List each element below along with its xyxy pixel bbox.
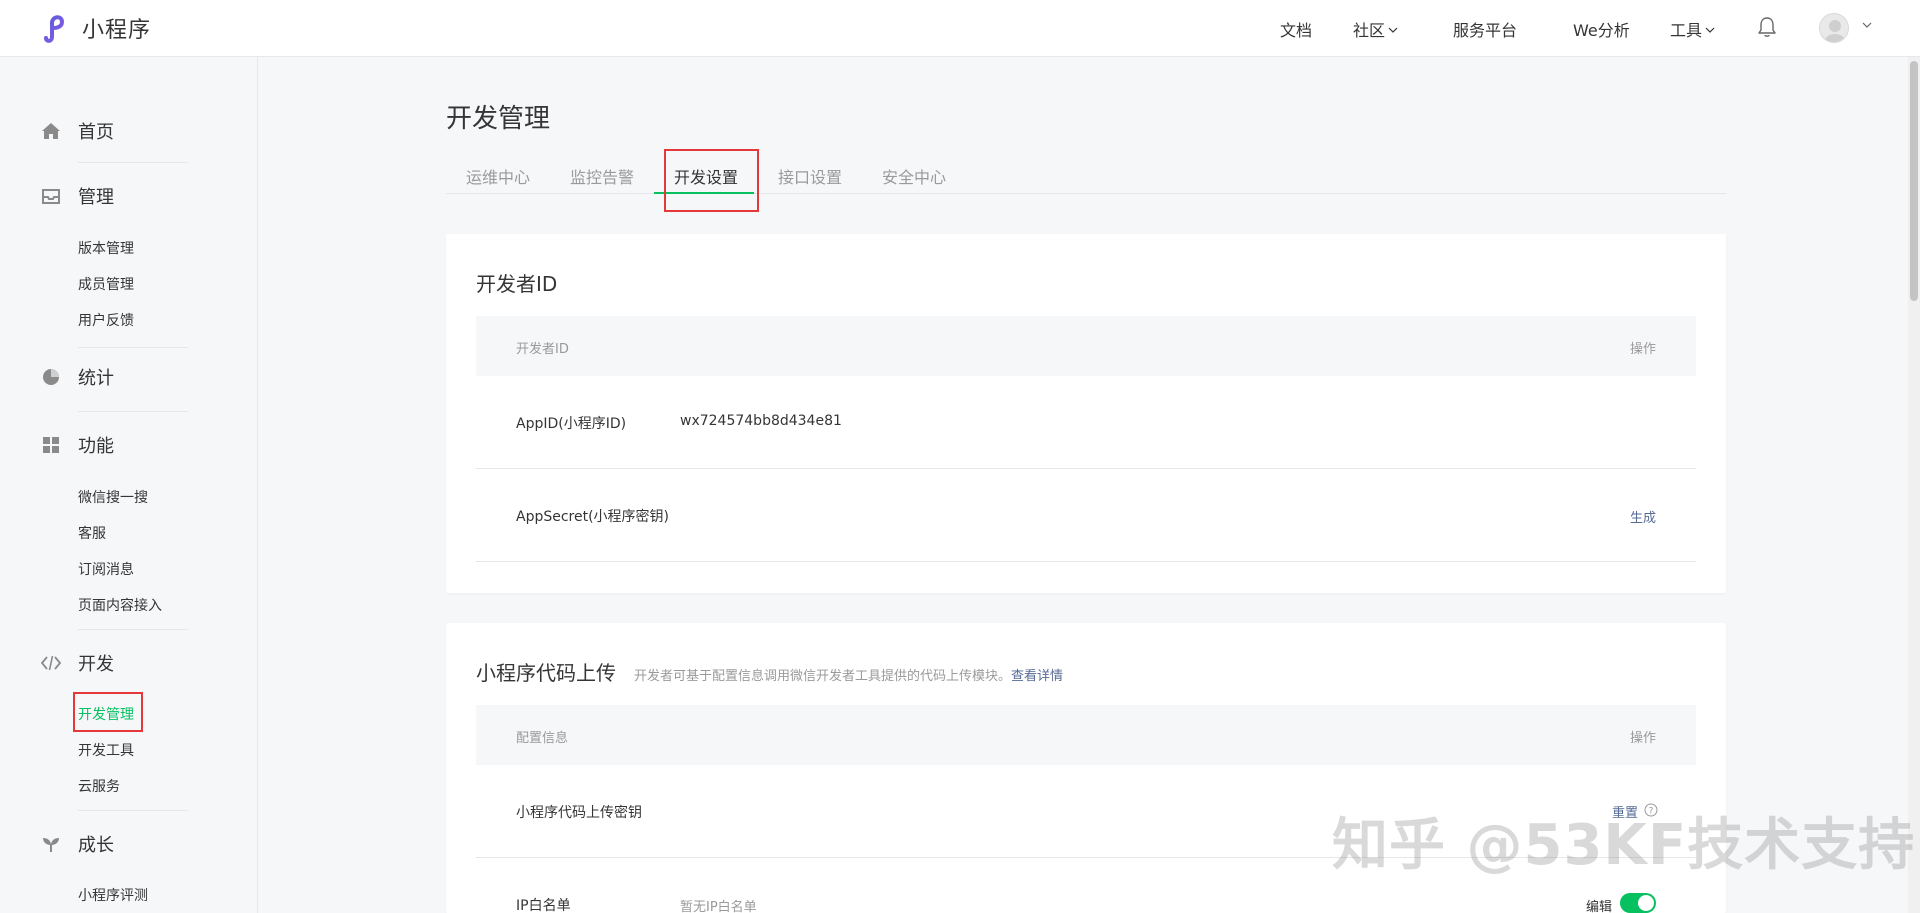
nav-community-label: 社区 — [1353, 21, 1386, 40]
sidebar-divider — [78, 810, 188, 811]
nav-we-analysis[interactable]: We分析 — [1573, 17, 1630, 41]
developer-id-card: 开发者ID 开发者ID 操作 AppID(小程序ID) wx724574bb8d… — [446, 234, 1726, 593]
tab-monitor-alert[interactable]: 监控告警 — [570, 164, 634, 188]
sidebar-item-user-feedback[interactable]: 用户反馈 — [78, 310, 134, 330]
column-header-action: 操作 — [1629, 342, 1656, 357]
sidebar-category-manage[interactable]: 管理 — [40, 183, 114, 209]
nav-docs[interactable]: 文档 — [1280, 17, 1312, 41]
sidebar-item-evaluation[interactable]: 小程序评测 — [78, 885, 148, 905]
table-row: AppID(小程序ID) wx724574bb8d434e81 — [476, 376, 1696, 469]
ip-whitelist-value: 暂无IP白名单 — [680, 900, 757, 913]
nav-service-platform-label: 服务平台 — [1453, 21, 1518, 40]
code-icon — [40, 655, 62, 671]
ip-whitelist-label: IP白名单 — [516, 898, 571, 913]
page-scrollbar[interactable] — [1908, 57, 1920, 913]
table-row: 小程序代码上传密钥 重置 ? — [476, 765, 1696, 858]
table-row: AppSecret(小程序密钥) 生成 — [476, 469, 1696, 562]
sidebar-category-label: 功能 — [78, 436, 114, 457]
appid-label: AppID(小程序ID) — [516, 416, 627, 432]
sidebar-category-label: 统计 — [78, 368, 114, 389]
appsecret-label: AppSecret(小程序密钥) — [516, 509, 670, 525]
chevron-down-icon — [1705, 27, 1715, 33]
column-header-action: 操作 — [1629, 731, 1656, 746]
grid-icon — [43, 437, 59, 453]
tab-security-center[interactable]: 安全中心 — [882, 164, 946, 188]
bell-icon[interactable] — [1757, 16, 1777, 38]
view-details-link[interactable]: 查看详情 — [1011, 669, 1063, 684]
avatar-image — [1825, 20, 1845, 42]
sidebar-divider — [78, 347, 188, 348]
mini-program-logo-icon — [44, 15, 65, 43]
upload-key-label: 小程序代码上传密钥 — [516, 805, 642, 821]
sidebar-item-page-content[interactable]: 页面内容接入 — [78, 595, 162, 615]
help-icon[interactable]: ? — [1644, 803, 1658, 817]
sidebar-item-member-manage[interactable]: 成员管理 — [78, 274, 134, 294]
sidebar-item-dev-tools[interactable]: 开发工具 — [78, 740, 134, 760]
column-header-config: 配置信息 — [516, 731, 569, 746]
nav-tools[interactable]: 工具 — [1670, 17, 1715, 41]
edit-whitelist-button[interactable]: 编辑 — [1586, 896, 1612, 913]
sidebar-category-develop[interactable]: 开发 — [40, 650, 114, 676]
tab-api-settings[interactable]: 接口设置 — [778, 164, 842, 188]
tab-dev-settings[interactable]: 开发设置 — [674, 164, 738, 188]
card-title-text: 小程序代码上传 — [476, 661, 616, 685]
scrollbar-thumb[interactable] — [1910, 61, 1918, 301]
chevron-down-icon[interactable] — [1862, 22, 1872, 29]
svg-text:?: ? — [1649, 807, 1654, 817]
sidebar-item-customer-service[interactable]: 客服 — [78, 523, 106, 543]
card-description: 开发者可基于配置信息调用微信开发者工具提供的代码上传模块。 — [634, 669, 1012, 684]
page-title: 开发管理 — [446, 104, 551, 134]
pie-chart-icon — [43, 369, 59, 385]
table-row: IP白名单 暂无IP白名单 编辑 — [476, 858, 1696, 913]
column-header-id: 开发者ID — [516, 342, 569, 357]
sidebar-item-cloud-service[interactable]: 云服务 — [78, 776, 120, 796]
table-header: 配置信息 操作 — [476, 705, 1696, 765]
code-upload-card: 小程序代码上传 开发者可基于配置信息调用微信开发者工具提供的代码上传模块。查看详情… — [446, 623, 1726, 913]
card-title: 开发者ID — [476, 272, 558, 296]
sidebar-item-subscribe-message[interactable]: 订阅消息 — [78, 559, 134, 579]
top-header: 小程序 文档 社区 服务平台 We分析 工具 — [0, 0, 1920, 57]
card-title: 小程序代码上传 开发者可基于配置信息调用微信开发者工具提供的代码上传模块。查看详情 — [476, 657, 1063, 686]
sidebar-category-label: 首页 — [78, 122, 114, 143]
sidebar-divider — [78, 629, 188, 630]
table-header: 开发者ID 操作 — [476, 316, 1696, 376]
nav-community[interactable]: 社区 — [1353, 17, 1398, 41]
tab-ops-center[interactable]: 运维中心 — [466, 164, 530, 188]
sidebar-category-label: 管理 — [78, 187, 114, 208]
home-icon — [42, 123, 60, 139]
active-tab-indicator — [654, 192, 754, 194]
sidebar-category-features[interactable]: 功能 — [40, 432, 114, 458]
appid-value: wx724574bb8d434e81 — [680, 413, 842, 429]
sidebar-category-growth[interactable]: 成长 — [40, 831, 114, 857]
nav-tools-label: 工具 — [1670, 21, 1703, 40]
generate-secret-button[interactable]: 生成 — [1630, 507, 1656, 526]
ip-whitelist-toggle[interactable] — [1620, 893, 1656, 913]
sidebar-category-label: 开发 — [78, 654, 114, 675]
nav-service-platform[interactable]: 服务平台 — [1453, 17, 1517, 41]
sidebar-item-version-manage[interactable]: 版本管理 — [78, 238, 134, 258]
sidebar-item-dev-manage[interactable]: 开发管理 — [78, 704, 134, 724]
reset-key-button[interactable]: 重置 — [1612, 802, 1638, 821]
sidebar-category-home[interactable]: 首页 — [40, 118, 114, 144]
chevron-down-icon — [1388, 27, 1398, 33]
sidebar-divider — [78, 411, 188, 412]
user-avatar[interactable] — [1819, 13, 1849, 43]
nav-docs-label: 文档 — [1280, 21, 1313, 40]
sidebar-divider — [78, 162, 188, 163]
inbox-icon — [42, 189, 60, 204]
brand-name: 小程序 — [82, 18, 152, 43]
tab-bar: 运维中心 监控告警 开发设置 接口设置 安全中心 — [446, 158, 1726, 194]
sidebar-category-label: 成长 — [78, 835, 114, 856]
nav-we-analysis-label: We分析 — [1573, 21, 1630, 40]
sidebar: 首页 管理 版本管理 成员管理 用户反馈 统计 功能 微信搜一搜 客服 订阅消息… — [0, 57, 258, 913]
brand[interactable]: 小程序 — [40, 12, 151, 44]
sprout-icon — [43, 838, 59, 852]
sidebar-item-wechat-search[interactable]: 微信搜一搜 — [78, 487, 148, 507]
sidebar-category-stats[interactable]: 统计 — [40, 364, 114, 390]
